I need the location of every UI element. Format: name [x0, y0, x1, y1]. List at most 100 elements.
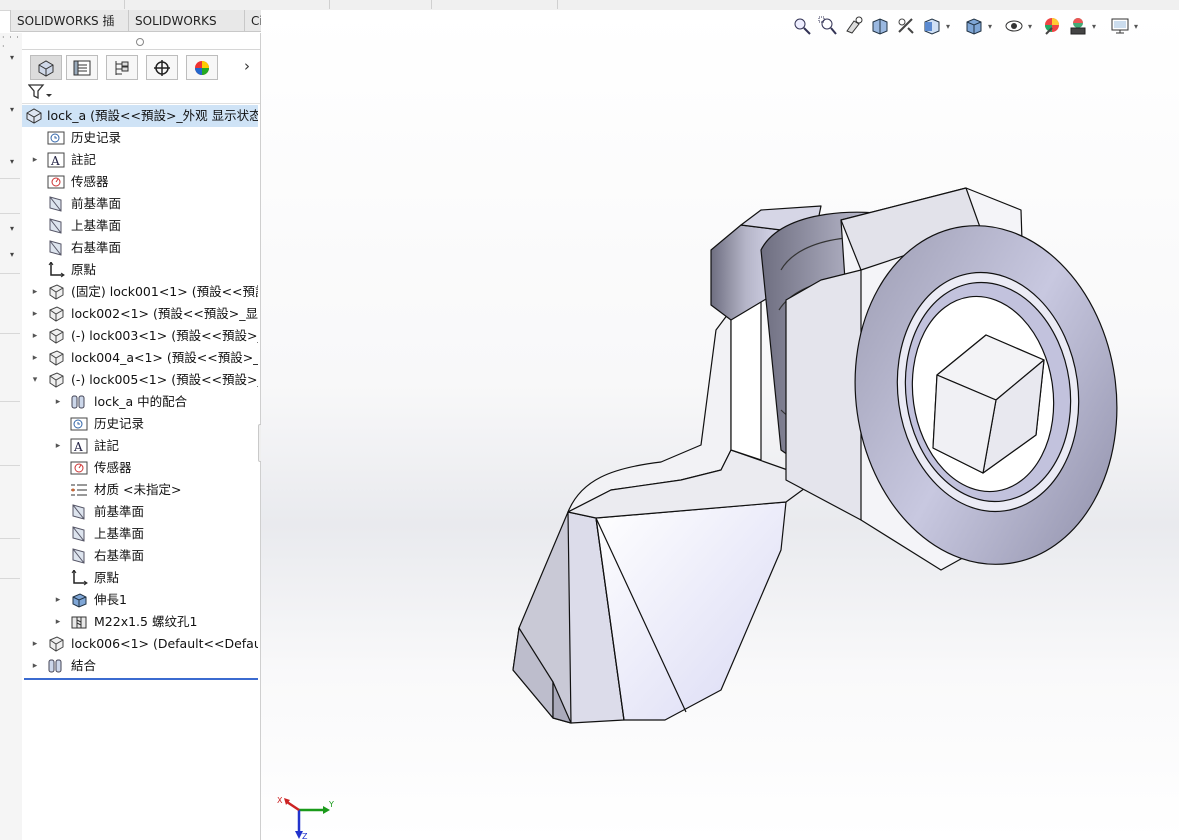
- tree-item[interactable]: 原點: [22, 567, 258, 589]
- tree-item-label: lock004_a<1> (預設<<預設>_显示: [71, 350, 258, 365]
- tree-item[interactable]: 右基準面: [22, 545, 258, 567]
- tree-item[interactable]: ▸ lock_a 中的配合: [22, 391, 258, 413]
- chevron-right-icon[interactable]: ▸: [53, 391, 63, 413]
- chevron-down-icon[interactable]: ▾: [10, 157, 14, 166]
- tree-item[interactable]: ▸ A 註記: [22, 435, 258, 457]
- chevron-right-icon[interactable]: ▸: [30, 281, 40, 303]
- chevron-down-icon[interactable]: ▾: [10, 105, 14, 114]
- property-manager-icon: [73, 60, 91, 75]
- chevron-down-icon[interactable]: ▾: [10, 250, 14, 259]
- tree-item-label: lock002<1> (預設<<預設>_显示状: [71, 306, 258, 321]
- mates-icon: [47, 658, 65, 674]
- filter-icon[interactable]: [28, 83, 54, 101]
- chevron-right-icon[interactable]: ▸: [30, 325, 40, 347]
- tab-configuration-manager[interactable]: [106, 55, 138, 80]
- part-icon: [47, 350, 65, 366]
- chevron-right-icon[interactable]: ▸: [30, 655, 40, 677]
- plane-icon: [47, 218, 65, 234]
- tab-property-manager[interactable]: [66, 55, 98, 80]
- strip-divider: [0, 465, 20, 466]
- chevron-right-icon[interactable]: ▸: [30, 149, 40, 171]
- history-icon: [70, 416, 88, 432]
- tree-filter-bar: [22, 81, 260, 104]
- tree-item[interactable]: 前基準面: [22, 193, 258, 215]
- pane-grip-icon[interactable]: [136, 38, 144, 46]
- tree-item[interactable]: ▸ 結合: [22, 655, 258, 677]
- tree-item[interactable]: ▸ lock002<1> (預設<<預設>_显示状: [22, 303, 258, 325]
- display-manager-icon: [195, 60, 209, 75]
- lock-assembly-model[interactable]: [512, 187, 1138, 724]
- tree-item[interactable]: ▸ (固定) lock001<1> (預設<<預設>: [22, 281, 258, 303]
- chevron-down-icon[interactable]: ▾: [10, 224, 14, 233]
- tree-item[interactable]: ▸ 伸長1: [22, 589, 258, 611]
- graphics-area[interactable]: ▾ ▾ ▾ ▾ ▾ X Y Z: [261, 10, 1179, 840]
- tree-item[interactable]: 上基準面: [22, 215, 258, 237]
- tree-end-marker: [24, 678, 258, 680]
- tab-solidworks-mbd[interactable]: SOLIDWORKS MBD: [128, 10, 245, 50]
- plane-icon: [70, 526, 88, 542]
- tree-item[interactable]: 原點: [22, 259, 258, 281]
- part-icon: [47, 372, 65, 388]
- strip-divider: [0, 273, 20, 274]
- hole-icon: [70, 614, 88, 630]
- triad-z-label: Z: [302, 832, 308, 840]
- history-icon: [47, 130, 65, 146]
- tab-display-manager[interactable]: [186, 55, 218, 80]
- tree-item[interactable]: 历史记录: [22, 127, 258, 149]
- svg-text:A: A: [73, 440, 83, 454]
- tree-item-label: 上基準面: [94, 526, 145, 541]
- tree-item-label: 上基準面: [71, 218, 122, 233]
- pane-divider: [22, 49, 260, 50]
- assembly-icon: [25, 108, 43, 124]
- annotation-icon: A: [47, 152, 65, 168]
- chevron-right-icon[interactable]: ›: [244, 57, 250, 75]
- tree-root-assembly[interactable]: ▾lock_a (預設<<預設>_外观 显示状态>: [22, 105, 258, 127]
- tree-item-label: 右基準面: [94, 548, 145, 563]
- strip-divider: [0, 538, 20, 539]
- chevron-down-icon[interactable]: ▾: [10, 53, 14, 62]
- tree-item[interactable]: ▸ lock006<1> (Default<<Default>: [22, 633, 258, 655]
- chevron-right-icon[interactable]: ▸: [30, 633, 40, 655]
- chevron-right-icon[interactable]: ▸: [53, 589, 63, 611]
- chevron-right-icon[interactable]: ▸: [53, 611, 63, 633]
- material-icon: [70, 482, 88, 498]
- chevron-down-icon[interactable]: ▾: [30, 369, 40, 391]
- chevron-right-icon[interactable]: ▸: [53, 435, 63, 457]
- tab-solidworks-addins[interactable]: SOLIDWORKS 插件: [10, 10, 129, 50]
- tree-item[interactable]: ▸ M22x1.5 螺纹孔1: [22, 611, 258, 633]
- tree-item[interactable]: 材质 <未指定>: [22, 479, 258, 501]
- tree-item[interactable]: ▸ (-) lock003<1> (預設<<預設>_显: [22, 325, 258, 347]
- strip-divider: [0, 178, 20, 179]
- tree-item-label: 註記: [94, 438, 120, 453]
- tree-item[interactable]: ▾ (-) lock005<1> (預設<<預設>_显: [22, 369, 258, 391]
- annotation-icon: A: [70, 438, 88, 454]
- model-view[interactable]: [261, 10, 1179, 840]
- left-collapse-strip: · · · · ▾ ▾ ▾ ▾ ▾: [0, 33, 23, 840]
- chevron-right-icon[interactable]: ▸: [30, 347, 40, 369]
- tree-item[interactable]: 上基準面: [22, 523, 258, 545]
- tree-item-label: 传感器: [71, 174, 109, 189]
- chevron-right-icon[interactable]: ▸: [30, 303, 40, 325]
- tree-item[interactable]: 右基準面: [22, 237, 258, 259]
- tree-item[interactable]: ▸ lock004_a<1> (預設<<預設>_显示: [22, 347, 258, 369]
- strip-divider: [0, 213, 20, 214]
- tree-item-label: lock_a (預設<<預設>_外观 显示状态>: [47, 108, 258, 123]
- part-icon: [47, 328, 65, 344]
- triad-x-label: X: [277, 796, 283, 805]
- tree-item[interactable]: 传感器: [22, 171, 258, 193]
- tab-dimxpert-manager[interactable]: [146, 55, 178, 80]
- strip-divider: [0, 578, 20, 579]
- part-icon: [47, 284, 65, 300]
- tree-item[interactable]: 前基準面: [22, 501, 258, 523]
- tree-item[interactable]: 历史记录: [22, 413, 258, 435]
- tree-item-label: 历史记录: [94, 416, 145, 431]
- strip-grip: · · · ·: [2, 33, 20, 51]
- tree-item-label: 传感器: [94, 460, 132, 475]
- mates-icon: [70, 394, 88, 410]
- tree-item[interactable]: 传感器: [22, 457, 258, 479]
- strip-divider: [557, 0, 558, 9]
- part-icon: [47, 306, 65, 322]
- tab-feature-manager[interactable]: [30, 55, 62, 80]
- tree-item[interactable]: ▸ A 註記: [22, 149, 258, 171]
- tree-item-label: 前基準面: [94, 504, 145, 519]
